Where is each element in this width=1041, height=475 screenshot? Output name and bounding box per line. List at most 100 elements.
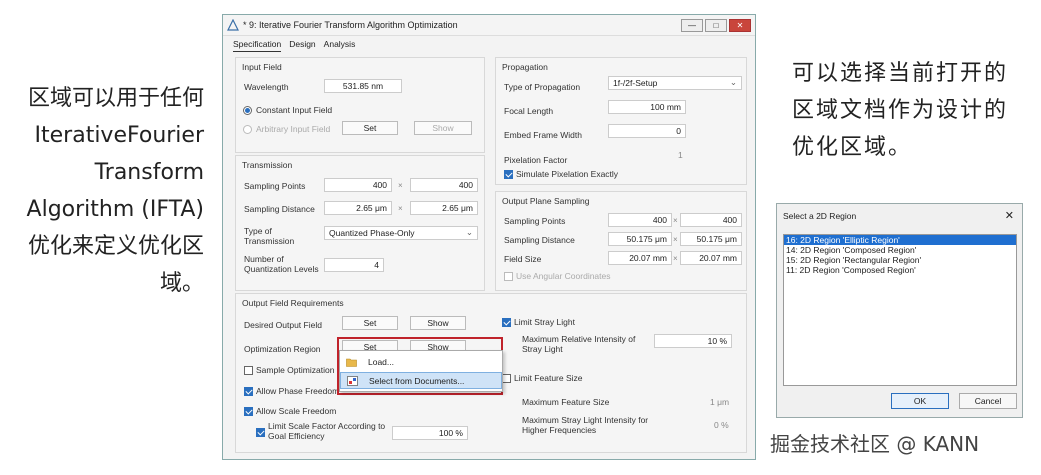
angular-coordinates-label: Use Angular Coordinates (516, 271, 611, 281)
times-sign: × (673, 254, 678, 263)
tab-specification[interactable]: Specification (233, 39, 282, 52)
max-stray-hf-label: Maximum Stray Light Intensity for Higher… (522, 415, 649, 435)
tab-analysis[interactable]: Analysis (324, 39, 356, 52)
input-set-button[interactable]: Set (342, 121, 398, 135)
left-annotation: 区域可以用于任何 IterativeFourier Transform Algo… (26, 86, 204, 296)
tab-bar: Specification Design Analysis (223, 36, 755, 52)
transmission-type-select[interactable]: Quantized Phase-Only ⌄ (324, 226, 478, 240)
output-distance-y-field[interactable]: 50.175 μm (680, 232, 742, 246)
pixelation-factor-label: Pixelation Factor (504, 155, 568, 165)
times-sign: × (673, 216, 678, 225)
menu-item-select-documents[interactable]: Select from Documents... (340, 372, 502, 389)
scale-freedom-label: Allow Scale Freedom (256, 406, 337, 416)
ok-button[interactable]: OK (891, 393, 949, 409)
transmission-type-label: Type of Transmission (244, 226, 295, 246)
scale-freedom-checkbox[interactable] (244, 407, 253, 416)
embed-frame-field[interactable]: 0 (608, 124, 686, 138)
menu-item-load-label: Load... (368, 357, 394, 367)
input-field-group: Input Field Wavelength 531.85 nm Constan… (235, 57, 485, 153)
limit-stray-checkbox[interactable] (502, 318, 511, 327)
window-title: * 9: Iterative Fourier Transform Algorit… (243, 20, 458, 30)
propagation-title: Propagation (502, 62, 548, 72)
max-feature-label: Maximum Feature Size (522, 397, 610, 407)
window-titlebar[interactable]: * 9: Iterative Fourier Transform Algorit… (223, 15, 755, 36)
chevron-down-icon: ⌄ (729, 77, 737, 87)
focal-length-field[interactable]: 100 mm (608, 100, 686, 114)
sample-optimization-checkbox[interactable] (244, 366, 253, 375)
menu-item-load[interactable]: Load... (340, 354, 502, 371)
pixelation-factor-value: 1 (678, 150, 683, 160)
desired-show-button[interactable]: Show (410, 316, 466, 330)
documents-icon (347, 376, 358, 386)
limit-scale-checkbox[interactable] (256, 428, 265, 437)
transmission-title: Transmission (242, 160, 293, 170)
phase-freedom-label: Allow Phase Freedom (256, 386, 340, 396)
output-points-x-field[interactable]: 400 (608, 213, 672, 227)
wavelength-label: Wavelength (244, 82, 289, 92)
quantization-levels-field[interactable]: 4 (324, 258, 384, 272)
times-sign: × (673, 235, 678, 244)
sampling-points-x-field[interactable]: 400 (324, 178, 392, 192)
optimization-region-label: Optimization Region (244, 344, 321, 354)
watermark: 掘金技术社区 @ KANN (770, 432, 980, 456)
desired-set-button[interactable]: Set (342, 316, 398, 330)
limit-scale-label: Limit Scale Factor According to Goal Eff… (268, 421, 386, 441)
input-field-title: Input Field (242, 62, 282, 72)
phase-freedom-checkbox[interactable] (244, 387, 253, 396)
sampling-distance-x-field[interactable]: 2.65 μm (324, 201, 392, 215)
simulate-pixelation-checkbox[interactable] (504, 170, 513, 179)
constant-input-radio[interactable] (243, 106, 252, 115)
chevron-down-icon: ⌄ (465, 227, 473, 237)
quantization-levels-label: Number of Quantization Levels (244, 254, 319, 274)
field-size-x-field[interactable]: 20.07 mm (608, 251, 672, 265)
propagation-type-select[interactable]: 1f-/2f-Setup ⌄ (608, 76, 742, 90)
right-annotation: 可以选择当前打开的区域文档作为设计的优化区域。 (792, 61, 1009, 160)
maximize-button[interactable]: □ (705, 18, 727, 32)
limit-feature-checkbox[interactable] (502, 374, 511, 383)
limit-stray-label: Limit Stray Light (514, 317, 575, 327)
wavelength-field[interactable]: 531.85 nm (324, 79, 402, 93)
constant-input-label: Constant Input Field (256, 105, 333, 115)
times-sign: × (398, 204, 403, 213)
sampling-points-y-field[interactable]: 400 (410, 178, 478, 192)
list-item[interactable]: 16: 2D Region 'Elliptic Region' (784, 235, 1016, 245)
folder-icon (346, 358, 357, 367)
field-size-y-field[interactable]: 20.07 mm (680, 251, 742, 265)
input-show-button[interactable]: Show (414, 121, 472, 135)
output-points-y-field[interactable]: 400 (680, 213, 742, 227)
output-distance-label: Sampling Distance (504, 235, 575, 245)
field-size-label: Field Size (504, 254, 542, 264)
cancel-button[interactable]: Cancel (959, 393, 1017, 409)
list-item[interactable]: 14: 2D Region 'Composed Region' (784, 245, 1016, 255)
output-distance-x-field[interactable]: 50.175 μm (608, 232, 672, 246)
desired-output-label: Desired Output Field (244, 320, 322, 330)
list-item[interactable]: 15: 2D Region 'Rectangular Region' (784, 255, 1016, 265)
output-points-label: Sampling Points (504, 216, 566, 226)
close-button[interactable]: ✕ (729, 18, 751, 32)
max-feature-value: 1 μm (710, 397, 730, 407)
embed-frame-label: Embed Frame Width (504, 130, 582, 140)
region-list[interactable]: 16: 2D Region 'Elliptic Region' 14: 2D R… (783, 234, 1017, 386)
max-relative-field[interactable]: 10 % (654, 334, 732, 348)
dialog-close-icon[interactable]: ✕ (1005, 209, 1014, 222)
dialog-title: Select a 2D Region (783, 211, 857, 221)
output-sampling-group: Output Plane Sampling Sampling Points 40… (495, 191, 747, 291)
list-item[interactable]: 11: 2D Region 'Composed Region' (784, 265, 1016, 275)
simulate-pixelation-label: Simulate Pixelation Exactly (516, 169, 619, 179)
sample-optimization-label: Sample Optimization (256, 365, 335, 375)
output-sampling-title: Output Plane Sampling (502, 196, 590, 206)
select-region-dialog: Select a 2D Region ✕ 16: 2D Region 'Elli… (776, 203, 1023, 418)
sampling-points-label: Sampling Points (244, 181, 306, 191)
focal-length-label: Focal Length (504, 106, 554, 116)
sampling-distance-y-field[interactable]: 2.65 μm (410, 201, 478, 215)
minimize-button[interactable]: — (681, 18, 703, 32)
transmission-group: Transmission Sampling Points 400 × 400 S… (235, 155, 485, 291)
menu-item-select-documents-label: Select from Documents... (369, 376, 465, 386)
requirements-title: Output Field Requirements (242, 298, 344, 308)
region-context-menu: Load... Select from Documents... (339, 350, 503, 392)
limit-scale-field[interactable]: 100 % (392, 426, 468, 440)
angular-coordinates-checkbox[interactable] (504, 272, 513, 281)
tab-design[interactable]: Design (289, 39, 315, 52)
app-icon (227, 19, 239, 31)
arbitrary-input-radio[interactable] (243, 125, 252, 134)
